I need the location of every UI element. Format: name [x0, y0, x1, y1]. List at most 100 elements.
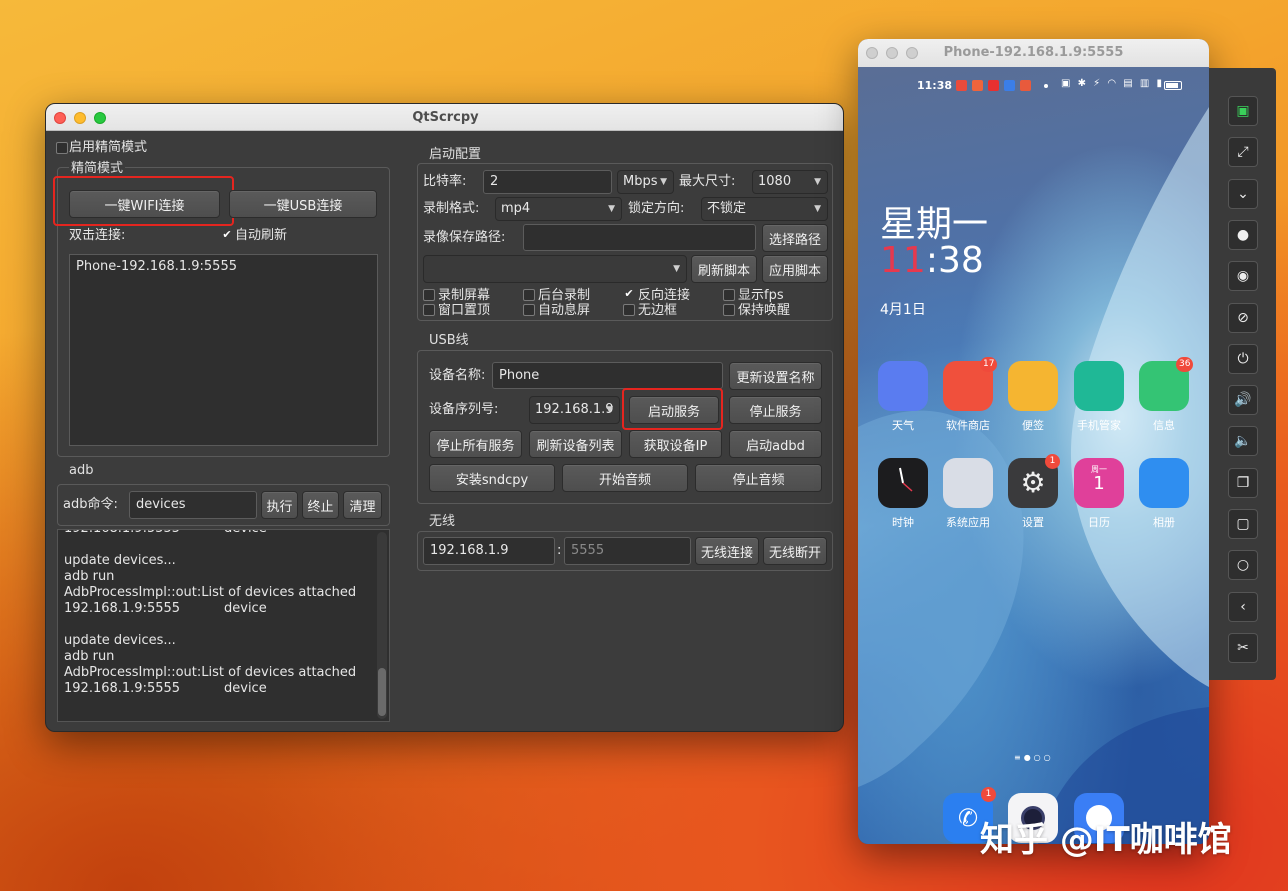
stop-all-services-button[interactable]: 停止所有服务	[429, 430, 522, 458]
fullscreen-icon[interactable]: ⤢	[1228, 137, 1258, 168]
adb-log-output[interactable]: 192.168.1.9:5555deviceupdate devices...a…	[57, 529, 390, 722]
refresh-device-list-button[interactable]: 刷新设备列表	[529, 430, 622, 458]
log-status: device	[224, 601, 267, 616]
adb-execute-button[interactable]: 执行	[261, 491, 298, 519]
app-switch-icon[interactable]: ❐	[1228, 467, 1258, 498]
system-apps-folder-icon[interactable]	[943, 458, 993, 508]
install-sndcpy-button[interactable]: 安装sndcpy	[429, 464, 555, 492]
wifi-connect-button[interactable]: 一键WIFI连接	[69, 190, 220, 218]
log-text: 192.168.1.9:5555	[64, 601, 181, 616]
log-scrollbar[interactable]	[377, 532, 387, 719]
option-checkbox[interactable]	[723, 289, 735, 301]
device-list-item[interactable]: Phone-192.168.1.9:5555	[76, 256, 237, 278]
stop-service-button[interactable]: 停止服务	[729, 396, 822, 424]
select-path-button[interactable]: 选择路径	[762, 224, 828, 252]
stop-audio-button[interactable]: 停止音频	[695, 464, 822, 492]
update-name-button[interactable]: 更新设置名称	[729, 362, 822, 390]
wireless-group-title: 无线	[429, 514, 456, 529]
usb-connect-button[interactable]: 一键USB连接	[229, 190, 377, 218]
wireless-ip-input[interactable]: 192.168.1.9	[423, 537, 555, 565]
phone-close-button[interactable]	[866, 47, 878, 59]
start-service-button[interactable]: 启动服务	[629, 396, 719, 424]
volume-down-icon[interactable]: 🔈	[1228, 426, 1258, 457]
usb-group-title: USB线	[429, 333, 469, 348]
wireless-disconnect-button[interactable]: 无线断开	[763, 537, 827, 565]
minimize-window-button[interactable]	[74, 112, 86, 124]
zoom-window-button[interactable]	[94, 112, 106, 124]
log-line: AdbProcessImpl::out:List of devices atta…	[64, 665, 364, 681]
option-checkbox[interactable]	[423, 304, 435, 316]
refresh-script-button[interactable]: 刷新脚本	[691, 255, 757, 283]
wireless-port-input[interactable]: 5555	[564, 537, 691, 565]
script-select[interactable]: ▼	[423, 255, 687, 283]
record-format-select[interactable]: mp4 ▼	[495, 197, 622, 221]
volume-up-icon[interactable]: 🔊	[1228, 385, 1258, 416]
phone-manager-icon[interactable]	[1074, 361, 1124, 411]
chevron-down-icon: ▼	[673, 264, 680, 274]
notes-icon[interactable]	[1008, 361, 1058, 411]
max-size-select[interactable]: 1080 ▼	[752, 170, 828, 194]
log-text: AdbProcessImpl::out:List of devices atta…	[64, 665, 357, 680]
device-list[interactable]: Phone-192.168.1.9:5555	[69, 254, 378, 446]
device-name-input[interactable]: Phone	[492, 362, 723, 389]
start-audio-button[interactable]: 开始音频	[562, 464, 688, 492]
show-eye-icon[interactable]: ◉	[1228, 261, 1258, 292]
option-checkbox[interactable]	[523, 289, 535, 301]
touch-dot-icon[interactable]: ●	[1228, 219, 1258, 250]
hide-eye-icon[interactable]: ⊘	[1228, 302, 1258, 333]
phone-screen[interactable]: 11:38 ▣ ✱ ⚡ ◠ ▤ ▥ ▮ 星期一 11:38 4月1日 天气 17 软…	[858, 67, 1209, 844]
log-line: 192.168.1.9:5555 device	[64, 601, 364, 617]
phone-zoom-button[interactable]	[906, 47, 918, 59]
get-device-ip-button[interactable]: 获取设备IP	[629, 430, 722, 458]
option-label: 窗口置顶	[438, 303, 491, 318]
option-label: 保持唤醒	[738, 303, 791, 318]
chevron-down-icon: ▼	[608, 204, 615, 214]
battery-icon	[1164, 81, 1182, 90]
scrcpy-toolbar: ▣ ⤢ ⌄ ● ◉ ⊘ ⏻ 🔊 🔈 ❐ ▢ ○ ‹ ✂	[1209, 68, 1276, 680]
option-checkbox[interactable]	[423, 289, 435, 301]
close-window-button[interactable]	[54, 112, 66, 124]
phone-minimize-button[interactable]	[886, 47, 898, 59]
clock-minutes: :38	[925, 240, 984, 281]
window-title: QtScrcpy	[46, 104, 843, 131]
start-adbd-button[interactable]: 启动adbd	[729, 430, 822, 458]
power-icon[interactable]: ⏻	[1228, 343, 1258, 374]
phone-icon[interactable]: ▣	[1228, 96, 1258, 126]
gallery-icon[interactable]	[1139, 458, 1189, 508]
record-format-value: mp4	[501, 201, 531, 216]
log-text: update devices...	[64, 553, 176, 568]
app-label: 天气	[892, 419, 914, 432]
lock-orientation-select[interactable]: 不锁定 ▼	[701, 197, 828, 221]
weather-icon[interactable]	[878, 361, 928, 411]
home-icon[interactable]: ▢	[1228, 509, 1258, 539]
log-scrollbar-thumb[interactable]	[378, 668, 386, 716]
bitrate-unit-select[interactable]: Mbps ▼	[617, 170, 674, 194]
expand-notification-icon[interactable]: ⌄	[1228, 178, 1258, 209]
wireless-connect-button[interactable]: 无线连接	[695, 537, 759, 565]
option-checkbox[interactable]	[623, 304, 635, 316]
adb-clear-button[interactable]: 清理	[343, 491, 382, 519]
option-checkbox[interactable]	[523, 304, 535, 316]
adb-terminate-button[interactable]: 终止	[302, 491, 339, 519]
record-path-input[interactable]	[523, 224, 756, 251]
auto-refresh-label: 自动刷新	[235, 228, 288, 243]
back-icon[interactable]: ‹	[1228, 591, 1258, 622]
option-checkbox[interactable]	[723, 304, 735, 316]
option-checkbox[interactable]: ✔	[623, 288, 635, 301]
clock-icon[interactable]	[878, 458, 928, 508]
bitrate-input[interactable]: 2	[483, 170, 612, 194]
circle-icon[interactable]: ○	[1228, 550, 1258, 581]
apply-script-button[interactable]: 应用脚本	[762, 255, 828, 283]
record-format-label: 录制格式:	[423, 201, 480, 216]
screenshot-icon[interactable]: ✂	[1228, 632, 1258, 663]
serial-select[interactable]: 192.168.1.9 ▼	[529, 396, 620, 424]
option-label: 自动息屏	[538, 303, 591, 318]
calendar-icon[interactable]: 周一 1	[1074, 458, 1124, 508]
auto-refresh-checkbox[interactable]: ✔	[221, 229, 233, 242]
serial-label: 设备序列号:	[429, 402, 499, 417]
adb-command-input[interactable]: devices	[129, 491, 257, 519]
log-line: AdbProcessImpl::out:List of devices atta…	[64, 585, 364, 601]
option-label: 后台录制	[538, 288, 591, 303]
simple-mode-checkbox[interactable]	[56, 142, 68, 154]
